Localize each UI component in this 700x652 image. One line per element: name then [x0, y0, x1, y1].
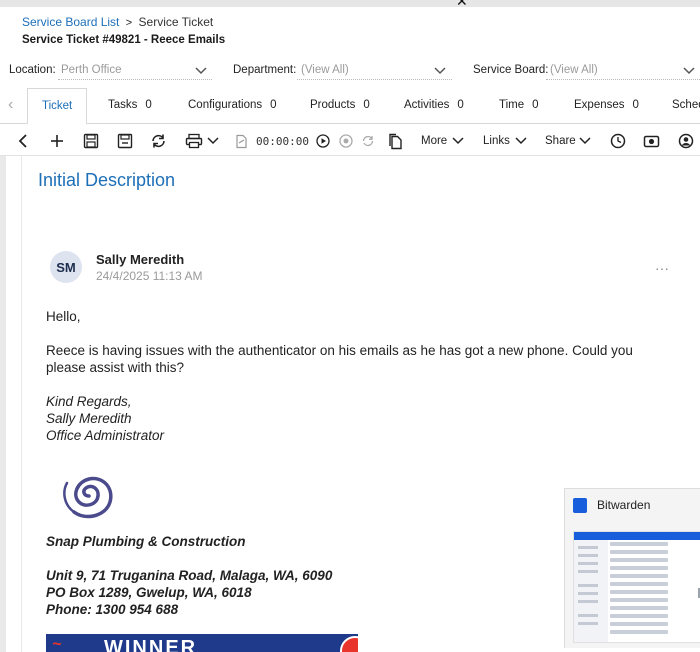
chevron-down-icon	[195, 67, 207, 75]
timer-display: 00:00:00	[256, 134, 309, 148]
tab-label: Tasks	[108, 99, 138, 111]
location-select[interactable]: Perth Office	[58, 62, 212, 80]
service-board-select[interactable]: (View All)	[546, 62, 700, 80]
more-label: More	[421, 135, 448, 147]
tab-configurations[interactable]: Configurations 0	[188, 99, 277, 111]
close-icon[interactable]: ✕	[456, 0, 468, 8]
tab-count: 0	[457, 99, 464, 111]
award-banner-image: ~ WINNER	[46, 634, 358, 652]
tab-label: Expenses	[574, 99, 625, 111]
banner-text: WINNER	[104, 637, 198, 652]
tab-label: Products	[310, 99, 356, 111]
company-address: Unit 9, 71 Truganina Road, Malaga, WA, 6…	[46, 568, 333, 583]
tab-ticket[interactable]: Ticket	[27, 88, 88, 125]
chevron-down-icon	[434, 67, 446, 75]
tab-label: Sched	[672, 99, 700, 111]
message-body-line: Reece is having issues with the authenti…	[46, 343, 633, 358]
location-value: Perth Office	[61, 64, 122, 76]
back-icon[interactable]	[16, 132, 30, 150]
tab-schedule[interactable]: Sched	[672, 99, 700, 111]
note-author: Sally Meredith	[96, 252, 185, 267]
company-po-box: PO Box 1289, Gwelup, WA, 6018	[46, 585, 252, 600]
tab-count: 0	[363, 99, 370, 111]
section-title: Initial Description	[38, 170, 176, 190]
reset-timer-icon[interactable]	[361, 132, 375, 150]
links-menu[interactable]: Links	[483, 132, 528, 150]
save-and-close-icon[interactable]	[117, 132, 133, 150]
award-badge-icon	[340, 636, 358, 652]
filter-bar: Location: Perth Office Department: (View…	[0, 60, 700, 82]
more-options-icon[interactable]: ···	[655, 260, 669, 276]
clock-icon[interactable]	[610, 132, 626, 150]
time-entry-icon[interactable]	[235, 132, 248, 150]
department-select[interactable]: (View All)	[297, 62, 452, 80]
tab-count: 0	[632, 99, 639, 111]
breadcrumb-separator-icon: >	[125, 17, 133, 29]
play-icon[interactable]	[316, 132, 330, 150]
company-name: Snap Plumbing & Construction	[46, 534, 246, 549]
signoff-line: Sally Meredith	[46, 411, 132, 426]
signoff-line: Office Administrator	[46, 428, 165, 443]
bitwarden-preview[interactable]: Bitwarden	[564, 488, 700, 648]
chevron-down-icon	[452, 137, 464, 145]
tab-tasks[interactable]: Tasks 0	[108, 99, 152, 111]
breadcrumb-service-board-list[interactable]: Service Board List	[22, 15, 119, 29]
tab-count: 0	[145, 99, 152, 111]
bitwarden-thumbnail	[573, 531, 700, 643]
chevron-down-icon	[207, 137, 219, 145]
tab-time[interactable]: Time 0	[499, 99, 539, 111]
tab-label: Time	[499, 99, 525, 111]
avatar: SM	[50, 251, 82, 283]
tab-label: Ticket	[42, 100, 73, 112]
tab-scroll-left-icon[interactable]: ‹	[8, 97, 13, 113]
department-value: (View All)	[301, 64, 349, 76]
company-logo	[63, 476, 113, 519]
tab-count: 0	[532, 99, 539, 111]
breadcrumb: Service Board List > Service Ticket	[22, 15, 213, 29]
signoff-line: Kind Regards,	[46, 394, 132, 409]
share-label: Share	[545, 135, 576, 147]
tab-label: Activities	[404, 99, 450, 111]
copy-document-icon[interactable]	[388, 132, 403, 150]
print-menu[interactable]	[185, 132, 220, 150]
more-menu[interactable]: More	[421, 132, 465, 150]
tab-label: Configurations	[188, 99, 263, 111]
window-top-bar	[0, 0, 700, 7]
bitwarden-icon	[573, 498, 587, 513]
ticket-tabs: ‹ Ticket Tasks 0 Configurations 0 Products…	[0, 88, 700, 125]
message-body-line: please assist with this?	[46, 360, 185, 375]
banner-script-mark: ~	[52, 636, 62, 652]
print-icon	[185, 133, 203, 149]
tab-count: 0	[270, 99, 277, 111]
stop-icon[interactable]	[339, 132, 353, 150]
note-timestamp: 24/4/2025 11:13 AM	[96, 269, 203, 283]
location-label: Location:	[9, 64, 56, 76]
add-icon[interactable]	[49, 132, 65, 150]
ticket-toolbar: 00:00:00 More Links Share	[0, 126, 700, 156]
service-board-label: Service Board:	[473, 64, 549, 76]
tab-expenses[interactable]: Expenses 0	[574, 99, 639, 111]
save-icon[interactable]	[83, 132, 99, 150]
chevron-down-icon	[515, 137, 527, 145]
chevron-down-icon	[579, 137, 591, 145]
links-label: Links	[483, 135, 510, 147]
page-title: Service Ticket #49821 - Reece Emails	[22, 34, 226, 46]
chevron-down-icon	[683, 67, 695, 75]
user-icon[interactable]	[678, 132, 694, 150]
camera-icon[interactable]	[643, 132, 660, 150]
department-label: Department:	[233, 64, 297, 76]
left-gutter	[0, 156, 6, 652]
share-menu[interactable]: Share	[545, 132, 592, 150]
message-greeting: Hello,	[46, 309, 81, 324]
breadcrumb-current: Service Ticket	[138, 15, 214, 29]
tab-products[interactable]: Products 0	[310, 99, 370, 111]
content-divider	[21, 156, 22, 652]
refresh-icon[interactable]	[150, 132, 167, 150]
company-phone: Phone: 1300 954 688	[46, 602, 179, 617]
service-board-value: (View All)	[550, 64, 598, 76]
tab-activities[interactable]: Activities 0	[404, 99, 464, 111]
bitwarden-title: Bitwarden	[597, 498, 651, 512]
